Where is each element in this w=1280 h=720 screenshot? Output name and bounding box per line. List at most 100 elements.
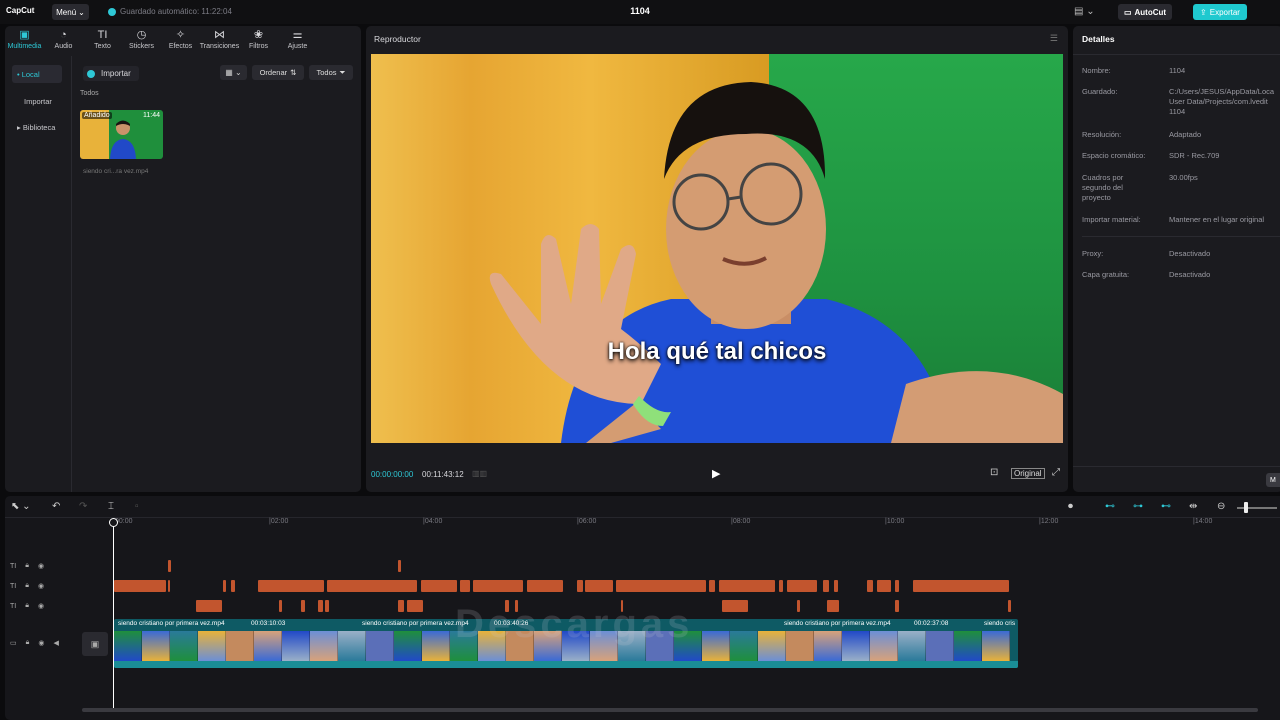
timeline-scrollbar[interactable] (82, 708, 1258, 712)
text-clip[interactable] (722, 600, 748, 612)
text-clip[interactable] (168, 560, 171, 572)
text-clip[interactable] (827, 600, 839, 612)
text-clip[interactable] (709, 580, 715, 592)
split-screen-icon[interactable]: ⇹ (1189, 501, 1197, 512)
text-clip[interactable] (616, 580, 706, 592)
text-clip[interactable] (421, 580, 457, 592)
text-clip[interactable] (823, 580, 829, 592)
text-clip[interactable] (325, 600, 329, 612)
tab-efectos[interactable]: ✧ Efectos (161, 26, 200, 54)
text-clip[interactable] (895, 600, 899, 612)
filter-button[interactable]: Todos ⏷ (309, 65, 353, 80)
preview-axis-icon[interactable]: ⊷ (1161, 501, 1171, 512)
text-clip[interactable] (621, 600, 623, 612)
text-clip[interactable] (301, 600, 305, 612)
text-clip[interactable] (407, 600, 423, 612)
redo-icon[interactable]: ↷ (79, 501, 87, 512)
sort-button[interactable]: Ordenar ⇅ (252, 65, 304, 80)
text-clip[interactable] (1008, 600, 1011, 612)
magnet-icon[interactable]: ⊷ (1105, 501, 1115, 512)
import-button[interactable]: Importar (83, 66, 139, 81)
eye-icon[interactable]: ◉ (38, 562, 44, 570)
text-clip[interactable] (867, 580, 873, 592)
text-clip[interactable] (585, 580, 613, 592)
export-button[interactable]: ⇪ Exportar (1193, 4, 1247, 20)
lock-icon[interactable]: 🔒︎ (25, 602, 29, 610)
text-clip[interactable] (460, 580, 470, 592)
playhead[interactable] (113, 520, 114, 708)
text-clip[interactable] (223, 580, 226, 592)
text-clip[interactable] (473, 580, 523, 592)
text-clip[interactable] (895, 580, 899, 592)
eye-icon[interactable]: ◉ (38, 639, 44, 647)
modify-button[interactable]: M (1266, 473, 1280, 487)
text-clip[interactable] (787, 580, 817, 592)
tab-multimedia[interactable]: ▣ Multimedia (5, 26, 44, 54)
text-clip[interactable] (877, 580, 891, 592)
sidebar-item-library[interactable]: ▸ Biblioteca (12, 118, 62, 136)
lock-icon[interactable]: 🔒︎ (26, 639, 30, 647)
lock-icon[interactable]: 🔒︎ (25, 562, 29, 570)
autocut-button[interactable]: ▭ AutoCut (1118, 4, 1172, 20)
tab-filtros[interactable]: ❀ Filtros (239, 26, 278, 54)
text-track-header: TI 🔒︎ ◉ (10, 602, 44, 610)
text-clip[interactable] (797, 600, 800, 612)
hamburger-icon[interactable]: ☰ (1050, 33, 1058, 44)
media-item-thumbnail[interactable]: Añadido 11:44 (80, 110, 163, 159)
select-cursor-icon[interactable]: ⬉ ⌄ (11, 501, 31, 512)
delete-icon[interactable]: ▫ (135, 501, 139, 512)
video-preview[interactable]: Hola qué tal chicos (371, 54, 1063, 443)
zoom-slider[interactable] (1237, 507, 1277, 509)
link-icon[interactable]: ⊶ (1133, 501, 1143, 512)
sidebar-item-import[interactable]: Importar (12, 92, 62, 110)
fullscreen-icon[interactable]: ⤢ (1052, 467, 1060, 478)
sidebar-item-local[interactable]: • Local (12, 65, 62, 83)
tab-texto[interactable]: TI Texto (83, 26, 122, 54)
text-clip[interactable] (913, 580, 1009, 592)
microphone-icon[interactable]: ⏺ (1068, 501, 1073, 512)
eye-icon[interactable]: ◉ (38, 582, 44, 590)
text-clip[interactable] (527, 580, 563, 592)
tab-stickers[interactable]: ◷ Stickers (122, 26, 161, 54)
text-clip[interactable] (834, 580, 838, 592)
menu-button[interactable]: Menú ⌄ (52, 4, 89, 20)
text-clip[interactable] (719, 580, 775, 592)
tab-ajuste[interactable]: ⚌ Ajuste (278, 26, 317, 54)
split-icon[interactable]: ⌶ (108, 501, 114, 512)
tab-transiciones[interactable]: ⋈ Transiciones (200, 26, 239, 54)
text-clip[interactable] (577, 580, 583, 592)
play-button[interactable]: ▶ (712, 467, 720, 480)
tab-audio[interactable]: ◔ Audio (44, 26, 83, 54)
zoom-slider-handle[interactable] (1244, 502, 1248, 513)
undo-icon[interactable]: ↶ (52, 501, 60, 512)
text-clip[interactable] (231, 580, 235, 592)
grid-icon[interactable]: ▥▥ (472, 469, 487, 478)
text-clip[interactable] (196, 600, 222, 612)
main-video-track[interactable]: siendo cristiano por primera vez.mp4 00:… (114, 619, 1018, 668)
playhead-handle[interactable] (109, 518, 118, 527)
details-divider (1073, 466, 1280, 467)
eye-icon[interactable]: ◉ (38, 602, 44, 610)
text-clip[interactable] (398, 600, 404, 612)
aspect-ratio-button[interactable]: Original (1011, 468, 1045, 479)
text-clip[interactable] (515, 600, 518, 612)
ruler-label: |06:00 (577, 518, 597, 525)
text-clip[interactable] (327, 580, 417, 592)
text-clip[interactable] (318, 600, 323, 612)
text-clip[interactable] (505, 600, 509, 612)
speaker-icon[interactable]: ◀ (53, 639, 58, 647)
zoom-out-icon[interactable]: ⊖ (1217, 501, 1225, 512)
layout-icon[interactable]: ▤ ⌄ (1074, 6, 1095, 17)
view-mode-button[interactable]: ▦ ⌄ (220, 65, 247, 80)
text-clip[interactable] (398, 560, 401, 572)
text-clip[interactable] (779, 580, 783, 592)
text-clip[interactable] (258, 580, 324, 592)
text-clip[interactable] (279, 600, 282, 612)
cover-button[interactable]: ▣ (82, 632, 108, 656)
screenshot-icon[interactable]: ⊡ (990, 467, 998, 478)
text-clip[interactable] (168, 580, 170, 592)
detail-value: SDR - Rec.709 (1169, 151, 1220, 160)
lock-icon[interactable]: 🔒︎ (25, 582, 29, 590)
subtitle-text[interactable]: Hola qué tal chicos (371, 338, 1063, 366)
text-clip[interactable] (114, 580, 166, 592)
